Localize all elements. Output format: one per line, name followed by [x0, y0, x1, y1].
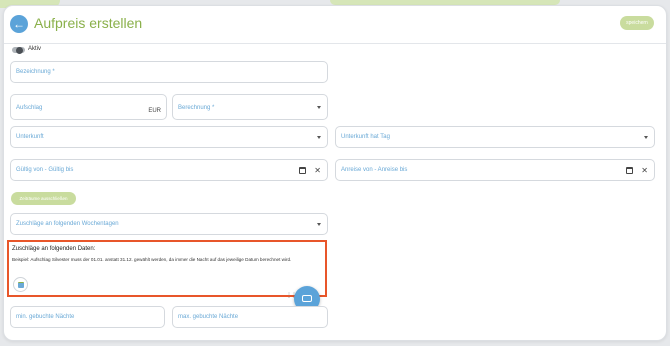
aufschlag-field[interactable]: Aufschlag EUR	[10, 94, 167, 120]
form-card: ← Aufpreis erstellen speichern Aktiv Bez…	[3, 5, 667, 341]
active-toggle[interactable]	[12, 47, 25, 54]
calendar-icon[interactable]	[299, 167, 306, 174]
chevron-down-icon	[317, 223, 321, 226]
wochentage-label: Zuschläge an folgenden Wochentagen	[16, 221, 119, 227]
berechnung-label: Berechnung *	[178, 105, 215, 111]
calendar-icon[interactable]	[626, 167, 633, 174]
arrow-left-icon: ←	[13, 17, 25, 31]
max-naechte-field[interactable]: max. gebuchte Nächte	[172, 306, 328, 328]
daten-section-title: Zuschläge an folgenden Daten:	[12, 246, 96, 252]
max-naechte-label: max. gebuchte Nächte	[178, 314, 239, 320]
chevron-down-icon	[317, 106, 321, 109]
unterkunft-tag-label: Unterkunft hat Tag	[341, 134, 390, 140]
close-icon[interactable]: ✕	[314, 167, 321, 175]
toggle-knob	[16, 47, 23, 54]
chevron-down-icon	[317, 136, 321, 139]
anreise-label: Anreise von - Anreise bis	[341, 167, 408, 173]
close-icon[interactable]: ✕	[641, 167, 648, 175]
daten-section-note: Beispiel: Aufschlag Silvester muss der 0…	[12, 257, 292, 262]
daten-section-highlight: Zuschläge an folgenden Daten: Beispiel: …	[7, 240, 327, 297]
currency-suffix: EUR	[148, 108, 161, 114]
chat-icon	[302, 295, 312, 302]
berechnung-select[interactable]: Berechnung *	[172, 94, 328, 120]
page-title: Aufpreis erstellen	[34, 15, 143, 31]
active-toggle-label: Aktiv	[28, 46, 42, 52]
bezeichnung-label: Bezeichnung *	[16, 69, 55, 75]
unterkunft-tag-select[interactable]: Unterkunft hat Tag	[335, 126, 655, 148]
add-date-button[interactable]	[13, 277, 28, 292]
back-button[interactable]: ←	[10, 15, 28, 33]
unterkunft-select[interactable]: Unterkunft	[10, 126, 328, 148]
page-header: ← Aufpreis erstellen speichern	[4, 6, 666, 44]
zeitraeume-ausschliessen-button[interactable]: Zeiträume ausschließen	[11, 192, 76, 205]
gueltig-date-range[interactable]: Gültig von - Gültig bis ✕	[10, 159, 328, 181]
gueltig-label: Gültig von - Gültig bis	[16, 167, 74, 173]
min-naechte-field[interactable]: min. gebuchte Nächte	[10, 306, 165, 328]
chevron-down-icon	[644, 136, 648, 139]
wochentage-select[interactable]: Zuschläge an folgenden Wochentagen	[10, 213, 328, 235]
bezeichnung-field[interactable]: Bezeichnung *	[10, 61, 328, 83]
anreise-date-range[interactable]: Anreise von - Anreise bis ✕	[335, 159, 655, 181]
unterkunft-label: Unterkunft	[16, 134, 44, 140]
calendar-icon	[17, 281, 24, 288]
min-naechte-label: min. gebuchte Nächte	[16, 314, 75, 320]
save-button[interactable]: speichern	[620, 16, 654, 30]
aufschlag-label: Aufschlag	[16, 105, 43, 111]
